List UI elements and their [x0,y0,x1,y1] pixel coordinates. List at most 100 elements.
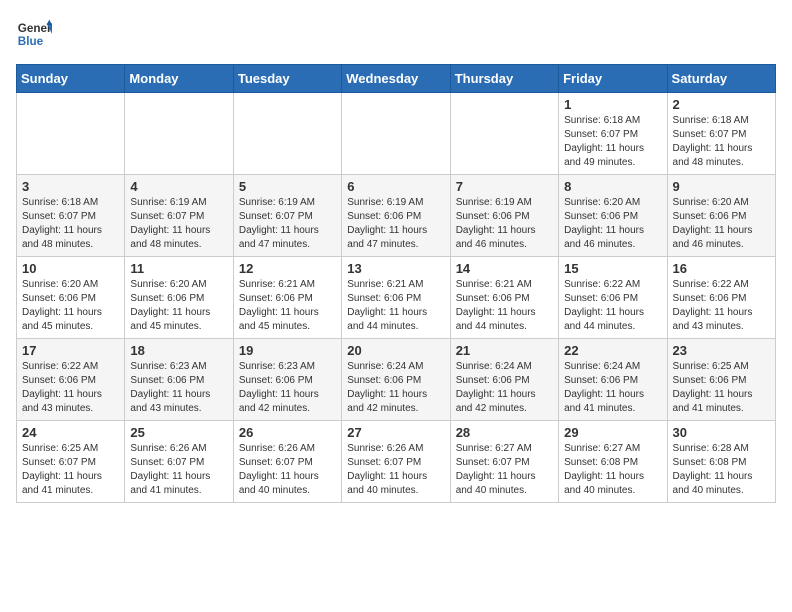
day-cell-11: 11 Sunrise: 6:20 AM Sunset: 6:06 PM Dayli… [125,257,233,339]
day-info: Sunrise: 6:20 AM Sunset: 6:06 PM Dayligh… [130,278,227,334]
day-number: 12 [239,261,336,276]
week-row-5: 24Sunrise: 6:25 AM Sunset: 6:07 PM Dayli… [17,421,776,503]
day-cell-16: 16Sunrise: 6:22 AM Sunset: 6:06 PM Dayli… [667,257,775,339]
day-number: 29 [564,425,661,440]
week-row-4: 17 Sunrise: 6:22 AM Sunset: 6:06 PM Dayli… [17,339,776,421]
day-number: 3 [22,179,119,194]
day-cell-19: 19 Sunrise: 6:23 AM Sunset: 6:06 PM Dayli… [233,339,341,421]
day-cell-3: 3 Sunrise: 6:18 AM Sunset: 6:07 PM Daylig… [17,175,125,257]
day-info: Sunrise: 6:20 AM Sunset: 6:06 PM Dayligh… [22,278,119,334]
day-info: Sunrise: 6:22 AM Sunset: 6:06 PM Dayligh… [22,360,119,416]
weekday-header-row: SundayMondayTuesdayWednesdayThursdayFrid… [17,65,776,93]
page-header: General Blue [16,16,776,52]
day-cell-13: 13 Sunrise: 6:21 AM Sunset: 6:06 PM Dayli… [342,257,450,339]
day-cell-23: 23 Sunrise: 6:25 AM Sunset: 6:06 PM Dayli… [667,339,775,421]
empty-cell [125,93,233,175]
day-number: 8 [564,179,661,194]
day-info: Sunrise: 6:25 AM Sunset: 6:06 PM Dayligh… [673,360,770,416]
day-number: 13 [347,261,444,276]
day-info: Sunrise: 6:18 AM Sunset: 6:07 PM Dayligh… [564,114,661,170]
day-number: 30 [673,425,770,440]
day-cell-12: 12 Sunrise: 6:21 AM Sunset: 6:06 PM Dayli… [233,257,341,339]
empty-cell [233,93,341,175]
day-cell-5: 5Sunrise: 6:19 AM Sunset: 6:07 PM Daylig… [233,175,341,257]
day-info: Sunrise: 6:25 AM Sunset: 6:07 PM Dayligh… [22,442,119,498]
day-info: Sunrise: 6:27 AM Sunset: 6:08 PM Dayligh… [564,442,661,498]
day-number: 4 [130,179,227,194]
day-number: 19 [239,343,336,358]
day-number: 10 [22,261,119,276]
day-info: Sunrise: 6:26 AM Sunset: 6:07 PM Dayligh… [347,442,444,498]
day-number: 14 [456,261,553,276]
day-number: 15 [564,261,661,276]
day-number: 21 [456,343,553,358]
day-info: Sunrise: 6:19 AM Sunset: 6:07 PM Dayligh… [130,196,227,252]
day-number: 27 [347,425,444,440]
day-info: Sunrise: 6:22 AM Sunset: 6:06 PM Dayligh… [673,278,770,334]
day-info: Sunrise: 6:21 AM Sunset: 6:06 PM Dayligh… [239,278,336,334]
logo: General Blue [16,16,52,52]
weekday-header-wednesday: Wednesday [342,65,450,93]
weekday-header-saturday: Saturday [667,65,775,93]
day-cell-7: 7 Sunrise: 6:19 AM Sunset: 6:06 PM Daylig… [450,175,558,257]
day-cell-25: 25 Sunrise: 6:26 AM Sunset: 6:07 PM Dayli… [125,421,233,503]
day-cell-20: 20 Sunrise: 6:24 AM Sunset: 6:06 PM Dayli… [342,339,450,421]
day-cell-6: 6Sunrise: 6:19 AM Sunset: 6:06 PM Daylig… [342,175,450,257]
svg-text:Blue: Blue [18,35,44,48]
day-cell-29: 29 Sunrise: 6:27 AM Sunset: 6:08 PM Dayli… [559,421,667,503]
day-info: Sunrise: 6:26 AM Sunset: 6:07 PM Dayligh… [130,442,227,498]
day-cell-2: 2 Sunrise: 6:18 AM Sunset: 6:07 PM Daylig… [667,93,775,175]
day-number: 5 [239,179,336,194]
day-cell-24: 24Sunrise: 6:25 AM Sunset: 6:07 PM Dayli… [17,421,125,503]
calendar-table: SundayMondayTuesdayWednesdayThursdayFrid… [16,64,776,503]
day-number: 20 [347,343,444,358]
day-info: Sunrise: 6:21 AM Sunset: 6:06 PM Dayligh… [347,278,444,334]
day-number: 22 [564,343,661,358]
day-number: 26 [239,425,336,440]
day-cell-30: 30 Sunrise: 6:28 AM Sunset: 6:08 PM Dayli… [667,421,775,503]
day-info: Sunrise: 6:19 AM Sunset: 6:06 PM Dayligh… [456,196,553,252]
day-number: 18 [130,343,227,358]
weekday-header-monday: Monday [125,65,233,93]
day-cell-8: 8Sunrise: 6:20 AM Sunset: 6:06 PM Daylig… [559,175,667,257]
day-info: Sunrise: 6:18 AM Sunset: 6:07 PM Dayligh… [22,196,119,252]
day-number: 25 [130,425,227,440]
day-info: Sunrise: 6:24 AM Sunset: 6:06 PM Dayligh… [564,360,661,416]
day-info: Sunrise: 6:23 AM Sunset: 6:06 PM Dayligh… [239,360,336,416]
week-row-1: 1Sunrise: 6:18 AM Sunset: 6:07 PM Daylig… [17,93,776,175]
day-cell-15: 15 Sunrise: 6:22 AM Sunset: 6:06 PM Dayli… [559,257,667,339]
day-cell-9: 9Sunrise: 6:20 AM Sunset: 6:06 PM Daylig… [667,175,775,257]
empty-cell [342,93,450,175]
day-number: 7 [456,179,553,194]
day-number: 23 [673,343,770,358]
day-cell-17: 17 Sunrise: 6:22 AM Sunset: 6:06 PM Dayli… [17,339,125,421]
empty-cell [450,93,558,175]
day-info: Sunrise: 6:18 AM Sunset: 6:07 PM Dayligh… [673,114,770,170]
day-info: Sunrise: 6:19 AM Sunset: 6:06 PM Dayligh… [347,196,444,252]
day-cell-1: 1Sunrise: 6:18 AM Sunset: 6:07 PM Daylig… [559,93,667,175]
day-info: Sunrise: 6:22 AM Sunset: 6:06 PM Dayligh… [564,278,661,334]
day-info: Sunrise: 6:26 AM Sunset: 6:07 PM Dayligh… [239,442,336,498]
day-cell-26: 26 Sunrise: 6:26 AM Sunset: 6:07 PM Dayli… [233,421,341,503]
weekday-header-tuesday: Tuesday [233,65,341,93]
day-info: Sunrise: 6:21 AM Sunset: 6:06 PM Dayligh… [456,278,553,334]
day-cell-14: 14 Sunrise: 6:21 AM Sunset: 6:06 PM Dayli… [450,257,558,339]
day-number: 17 [22,343,119,358]
day-info: Sunrise: 6:23 AM Sunset: 6:06 PM Dayligh… [130,360,227,416]
day-info: Sunrise: 6:24 AM Sunset: 6:06 PM Dayligh… [347,360,444,416]
day-cell-22: 22 Sunrise: 6:24 AM Sunset: 6:06 PM Dayli… [559,339,667,421]
day-info: Sunrise: 6:24 AM Sunset: 6:06 PM Dayligh… [456,360,553,416]
day-number: 28 [456,425,553,440]
svg-text:General: General [18,22,52,35]
day-cell-4: 4 Sunrise: 6:19 AM Sunset: 6:07 PM Daylig… [125,175,233,257]
logo-icon: General Blue [16,16,52,52]
week-row-2: 3 Sunrise: 6:18 AM Sunset: 6:07 PM Daylig… [17,175,776,257]
week-row-3: 10 Sunrise: 6:20 AM Sunset: 6:06 PM Dayli… [17,257,776,339]
weekday-header-sunday: Sunday [17,65,125,93]
day-cell-28: 28Sunrise: 6:27 AM Sunset: 6:07 PM Dayli… [450,421,558,503]
day-number: 11 [130,261,227,276]
day-number: 2 [673,97,770,112]
day-info: Sunrise: 6:28 AM Sunset: 6:08 PM Dayligh… [673,442,770,498]
day-cell-18: 18 Sunrise: 6:23 AM Sunset: 6:06 PM Dayli… [125,339,233,421]
day-info: Sunrise: 6:20 AM Sunset: 6:06 PM Dayligh… [673,196,770,252]
